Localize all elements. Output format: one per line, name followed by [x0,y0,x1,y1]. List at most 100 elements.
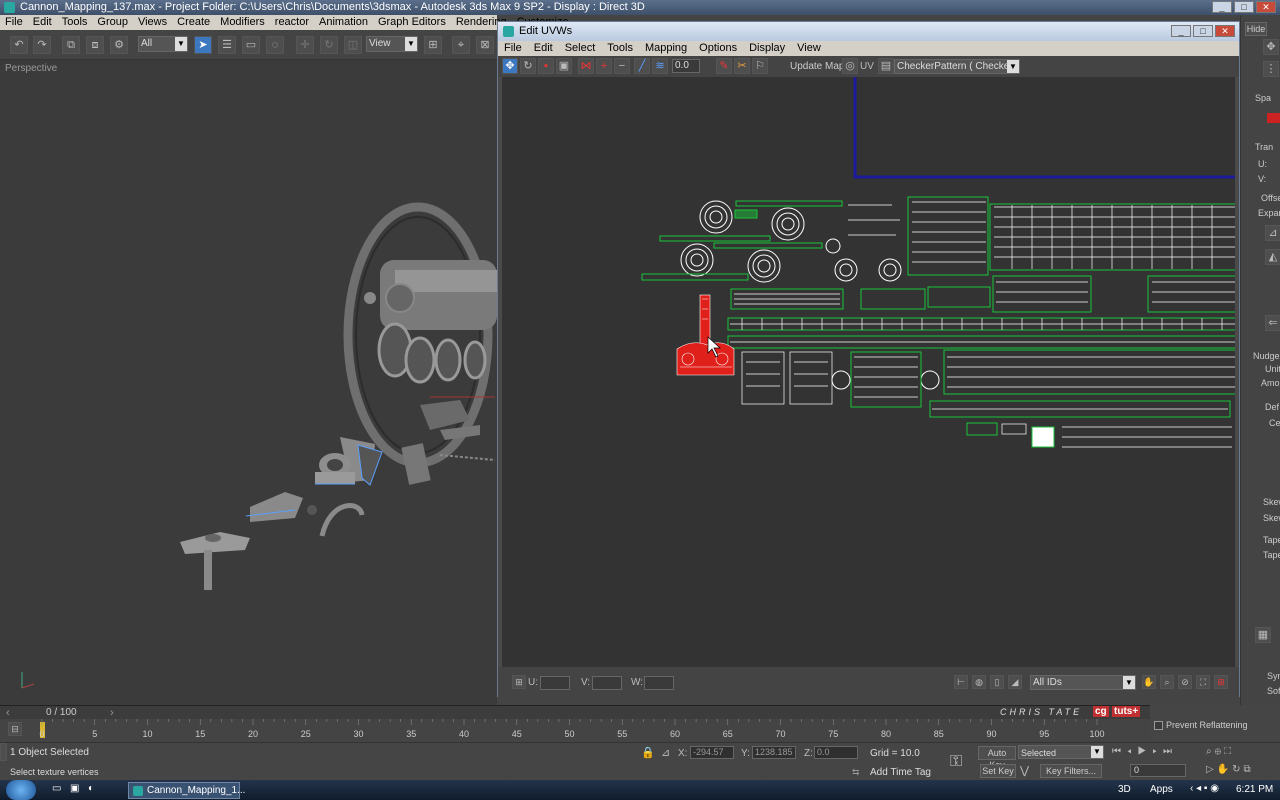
rotate-vertex-icon[interactable]: ↻ [520,58,536,74]
weld-icon[interactable]: ✎ [716,58,732,74]
reference-coordinate-dropdown[interactable]: View ▼ [366,36,418,52]
time-prev-icon[interactable]: ‹ [6,707,10,719]
zoom-extents-icon[interactable]: ⛶ [1196,675,1210,689]
mirror-icon[interactable]: ⋈ [578,58,594,74]
link-icon[interactable]: ⧉ [62,36,80,54]
move-vertex-icon[interactable]: ✥ [502,58,518,74]
menu-modifiers[interactable]: Modifiers [215,15,270,30]
auto-key-button[interactable]: Auto Key [978,746,1016,770]
show-desktop-icon[interactable]: ▭ [52,783,61,794]
orbit-icon[interactable]: ↻ [1232,764,1243,775]
transform-type-in-icon[interactable]: ⊿ [661,746,670,759]
uvw-menu-display[interactable]: Display [743,41,791,56]
scale-vertex-icon[interactable]: ▪ [538,58,554,74]
pan-icon[interactable]: ✋ [1142,675,1156,689]
paint-select-icon[interactable]: ╱ [634,58,650,74]
perspective-viewport[interactable]: Perspective [0,60,497,705]
color-swatch[interactable] [1267,113,1280,123]
soft-select-icon[interactable]: ≋ [652,58,668,74]
uv-mode-button[interactable]: UV [860,61,874,72]
texture-dropdown[interactable]: CheckerPattern ( Checker ) ▼ [894,59,1020,74]
selection-filter-dropdown[interactable]: All ▼ [138,36,188,52]
hide-icon[interactable]: ◍ [972,675,986,689]
contract-selection-icon[interactable]: − [614,58,630,74]
uvw-menu-file[interactable]: File [498,41,528,56]
uvw-maximize-button[interactable]: □ [1193,25,1213,37]
region-select-icon[interactable]: ▭ [242,36,260,54]
menu-create[interactable]: Create [172,15,215,30]
uvw-menu-tools[interactable]: Tools [601,41,639,56]
break-icon[interactable]: ✂ [734,58,750,74]
menu-views[interactable]: Views [133,15,172,30]
unit-radio[interactable]: Unit [1265,364,1280,374]
start-button[interactable] [6,780,36,800]
minimize-button[interactable]: _ [1212,1,1232,13]
select-manipulate-icon[interactable]: ⌖ [452,36,470,54]
taskbar-item-3dsmax[interactable]: Cannon_Mapping_1... [128,782,245,799]
zoom-all-icon[interactable]: ⊕ [1215,746,1225,757]
menu-reactor[interactable]: reactor [270,15,314,30]
u-field[interactable] [540,676,570,690]
contract-icon[interactable]: ◭ [1265,249,1280,265]
update-map-button[interactable]: Update Map [790,61,844,72]
scale-icon[interactable]: ◫ [344,36,362,54]
snap-toggle-icon[interactable]: ⊠ [476,36,494,54]
x-coordinate-field[interactable]: -294.57 [690,746,734,759]
panel-move-icon[interactable]: ✥ [1263,39,1279,55]
v-field[interactable] [592,676,622,690]
uvw-menu-options[interactable]: Options [693,41,743,56]
set-key-button[interactable]: Set Key [980,764,1016,778]
track-bar[interactable]: ⊟ 0 5 10 15 20 25 30 35 40 45 50 55 60 65 70 75 80 85 90 95… [0,719,1150,742]
pivot-center-icon[interactable]: ⊞ [424,36,442,54]
menu-animation[interactable]: Animation [314,15,373,30]
rotate-icon[interactable]: ↻ [320,36,338,54]
zoom-nav-icon[interactable]: ⌕ [1206,746,1215,757]
select-by-name-icon[interactable]: ☰ [218,36,236,54]
expand-selection-icon[interactable]: + [596,58,612,74]
time-next-icon[interactable]: › [110,707,114,719]
move-icon[interactable]: ✛ [296,36,314,54]
uv-editor-canvas[interactable] [502,77,1235,667]
add-time-tag-button[interactable]: Add Time Tag [870,767,931,778]
maximize-viewport-icon[interactable]: ⧉ [1244,764,1254,775]
menu-graph-editors[interactable]: Graph Editors [373,15,451,30]
taskbar-apps-label[interactable]: Apps [1150,784,1173,795]
redo-icon[interactable]: ↷ [33,36,51,54]
current-frame-field[interactable]: 0 [1130,764,1186,777]
key-icon[interactable]: ⚿ [950,753,962,771]
z-coordinate-field[interactable]: 0.0 [814,746,858,759]
map-options-icon[interactable]: ▤ [878,58,894,74]
sync-checkbox[interactable]: Syn [1267,671,1280,681]
go-to-end-icon[interactable]: ⏭ [1163,746,1178,757]
y-coordinate-field[interactable]: 1238.185 [752,746,796,759]
tray-icons[interactable]: ‹ ◂ ▪ ◉ [1190,783,1219,794]
prevent-reflattening-checkbox[interactable] [1154,721,1163,730]
expand-icon[interactable]: ⊿ [1265,225,1280,241]
explorer-icon[interactable]: ▣ [70,783,79,794]
freeze-icon[interactable]: ▯ [990,675,1004,689]
uvw-menu-select[interactable]: Select [559,41,602,56]
window-crossing-icon[interactable]: ◌ [266,36,284,54]
arrow-left-icon[interactable]: ⇐ [1265,315,1280,331]
menu-group[interactable]: Group [92,15,133,30]
absolute-mode-icon[interactable]: ⊞ [512,675,526,689]
key-filters-button[interactable]: Key Filters... [1040,764,1102,778]
next-frame-icon[interactable]: ▸ [1152,746,1163,757]
browser-icon[interactable]: ◐ [88,783,94,794]
pan-nav-icon[interactable]: ✋ [1217,764,1232,775]
uvw-menu-view[interactable]: View [791,41,827,56]
close-button[interactable]: ✕ [1256,1,1276,13]
uvw-minimize-button[interactable]: _ [1171,25,1191,37]
checker-icon[interactable]: ▦ [1255,627,1271,643]
zoom-icon[interactable]: ⌕ [1160,675,1174,689]
menu-file[interactable]: File [0,15,28,30]
listener-toggle-icon[interactable] [0,743,7,761]
maximize-button[interactable]: □ [1234,1,1254,13]
show-map-icon[interactable]: ◎ [842,58,858,74]
menu-tools[interactable]: Tools [57,15,93,30]
zoom-extents-nav-icon[interactable]: ⛶ [1224,746,1234,757]
material-ids-dropdown[interactable]: All IDs ▼ [1030,675,1136,690]
freeform-mode-icon[interactable]: ▣ [556,58,572,74]
filter-selected-icon[interactable]: ◢ [1008,675,1022,689]
lock-icon[interactable]: 🔒 [641,746,655,759]
